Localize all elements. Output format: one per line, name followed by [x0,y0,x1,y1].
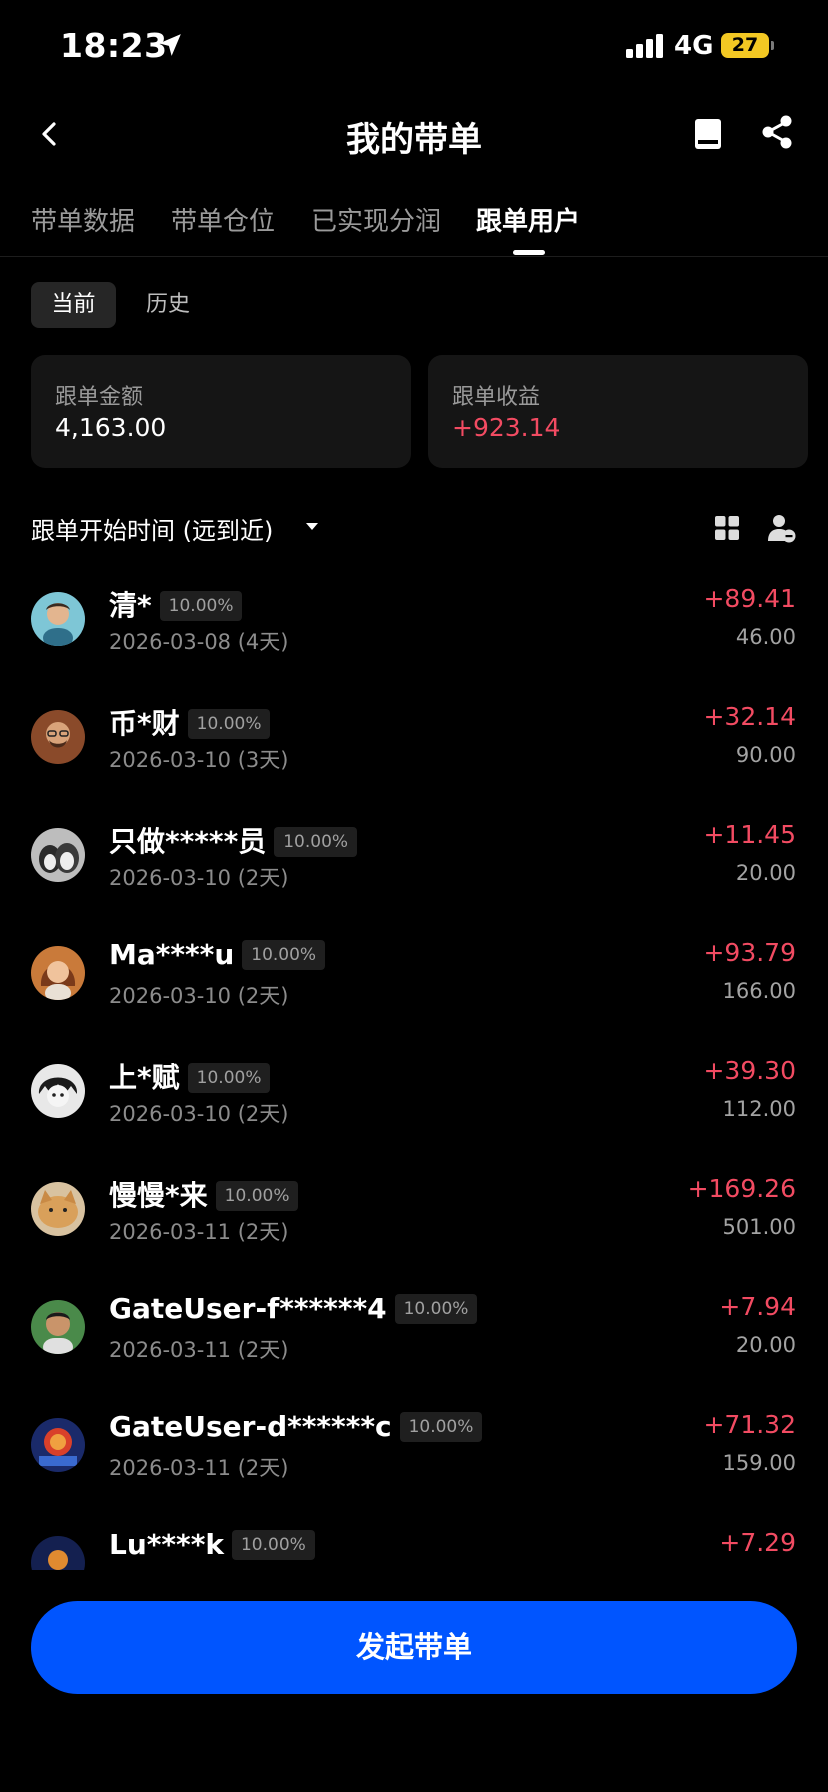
nav-header: 我的带单 [0,100,828,170]
avatar [31,1418,85,1472]
follower-profit: +39.30 [703,1056,796,1085]
follower-profit: +89.41 [703,584,796,613]
follower-start-date: 2026-03-11 (2天) [109,1338,289,1362]
sort-row: 跟单开始时间 (远到近) [0,505,828,551]
avatar [31,1182,85,1236]
follower-amount: 112.00 [722,1097,796,1121]
follower-profit: +11.45 [703,820,796,849]
follower-name: 上*赋 10.00% [109,1056,271,1096]
segment-history[interactable]: 历史 [128,282,208,328]
book-icon[interactable] [690,114,726,154]
follower-name: GateUser-f******4 10.00% [109,1292,478,1325]
follower-start-date: 2026-03-11 (2天) [109,1456,289,1480]
follower-amount: 159.00 [722,1451,796,1475]
follower-name: GateUser-d******c 10.00% [109,1410,483,1443]
avatar [31,1536,85,1570]
start-copy-trading-button[interactable]: 发起带单 [31,1601,797,1694]
follower-name: Lu****k 10.00% [109,1528,315,1561]
follower-profit: +32.14 [703,702,796,731]
location-arrow-icon [159,34,181,56]
follower-amount: 90.00 [735,743,796,767]
avatar [31,710,85,764]
follower-row[interactable]: 上*赋 10.00% 2026-03-10 (2天) +39.30 112.00 [0,1042,828,1160]
segment-current[interactable]: 当前 [31,282,116,328]
copy-amount-label: 跟单金额 [55,385,144,410]
share-icon[interactable] [757,112,797,152]
status-bar: 18:23 4G 27 [0,0,828,92]
follower-row[interactable]: Ma****u 10.00% 2026-03-10 (2天) +93.79 166… [0,924,828,1042]
follower-row[interactable]: GateUser-d******c 10.00% 2026-03-11 (2天) … [0,1396,828,1514]
follower-profit: +7.94 [719,1292,796,1321]
follower-name: 币*财 10.00% [109,702,271,742]
avatar [31,946,85,1000]
follower-percent-badge: 10.00% [399,1412,483,1442]
grid-view-icon[interactable] [714,515,740,541]
copy-profit-card: 跟单收益 +923.14 [428,355,808,468]
follower-percent-badge: 10.00% [231,1530,315,1560]
follower-row[interactable]: 币*财 10.00% 2026-03-10 (3天) +32.14 90.00 [0,688,828,806]
follower-percent-badge: 10.00% [242,940,326,970]
avatar [31,1064,85,1118]
avatar [31,1300,85,1354]
follower-percent-badge: 10.00% [187,1063,271,1093]
caret-down-icon[interactable] [306,523,318,530]
cellular-signal-icon [626,34,666,58]
battery-level: 27 [731,34,759,56]
active-tab-indicator [513,250,545,255]
follower-profit: +7.29 [719,1528,796,1557]
remove-user-icon[interactable] [768,513,796,543]
copy-profit-label: 跟单收益 [452,385,541,410]
follower-row[interactable]: 清* 10.00% 2026-03-08 (4天) +89.41 46.00 [0,570,828,688]
follower-row[interactable]: GateUser-f******4 10.00% 2026-03-11 (2天) … [0,1278,828,1396]
follower-amount: 46.00 [735,625,796,649]
tab-realized-profit-share[interactable]: 已实现分润 [311,201,441,238]
follower-profit: +169.26 [687,1174,796,1203]
follower-percent-badge: 10.00% [159,591,243,621]
follower-amount: 20.00 [735,861,796,885]
tab-copy-data[interactable]: 带单数据 [31,201,135,238]
follower-profit: +71.32 [703,1410,796,1439]
follower-percent-badge: 10.00% [187,709,271,739]
network-type: 4G [674,31,714,61]
follower-start-date: 2026-03-10 (2天) [109,1102,289,1126]
tab-copy-positions[interactable]: 带单仓位 [171,201,275,238]
follower-row[interactable]: 慢慢*来 10.00% 2026-03-11 (2天) +169.26 501.0… [0,1160,828,1278]
follower-start-date: 2026-03-11 (2天) [109,1220,289,1244]
follower-list: 清* 10.00% 2026-03-08 (4天) +89.41 46.00 币*… [0,570,828,1570]
follower-start-date: 2026-03-10 (3天) [109,748,289,772]
follower-name: 只做*****员 10.00% [109,820,358,860]
follower-start-date: 2026-03-08 (4天) [109,630,289,654]
sort-dropdown[interactable]: 跟单开始时间 (远到近) [31,511,273,546]
follower-profit: +93.79 [703,938,796,967]
copy-profit-value: +923.14 [452,413,561,442]
follower-start-date: 2026-03-10 (2天) [109,866,289,890]
tab-followers[interactable]: 跟单用户 [476,201,580,238]
copy-amount-value: 4,163.00 [55,413,167,442]
follower-name: Ma****u 10.00% [109,938,326,971]
follower-row[interactable]: Lu****k 10.00% +7.29 [0,1514,828,1570]
battery-icon: 27 [721,33,774,58]
follower-amount: 166.00 [722,979,796,1003]
follower-amount: 20.00 [735,1333,796,1357]
follower-row[interactable]: 只做*****员 10.00% 2026-03-10 (2天) +11.45 20… [0,806,828,924]
status-time: 18:23 [60,26,168,65]
follower-name: 慢慢*来 10.00% [109,1174,299,1214]
follower-percent-badge: 10.00% [274,827,358,857]
tab-bar: 带单数据 带单仓位 已实现分润 跟单用户 [0,195,828,257]
follower-percent-badge: 10.00% [215,1181,299,1211]
copy-amount-card: 跟单金额 4,163.00 [31,355,411,468]
follower-start-date: 2026-03-10 (2天) [109,984,289,1008]
follower-amount: 501.00 [722,1215,796,1239]
avatar [31,592,85,646]
follower-name: 清* 10.00% [109,584,243,624]
follower-percent-badge: 10.00% [394,1294,478,1324]
avatar [31,828,85,882]
